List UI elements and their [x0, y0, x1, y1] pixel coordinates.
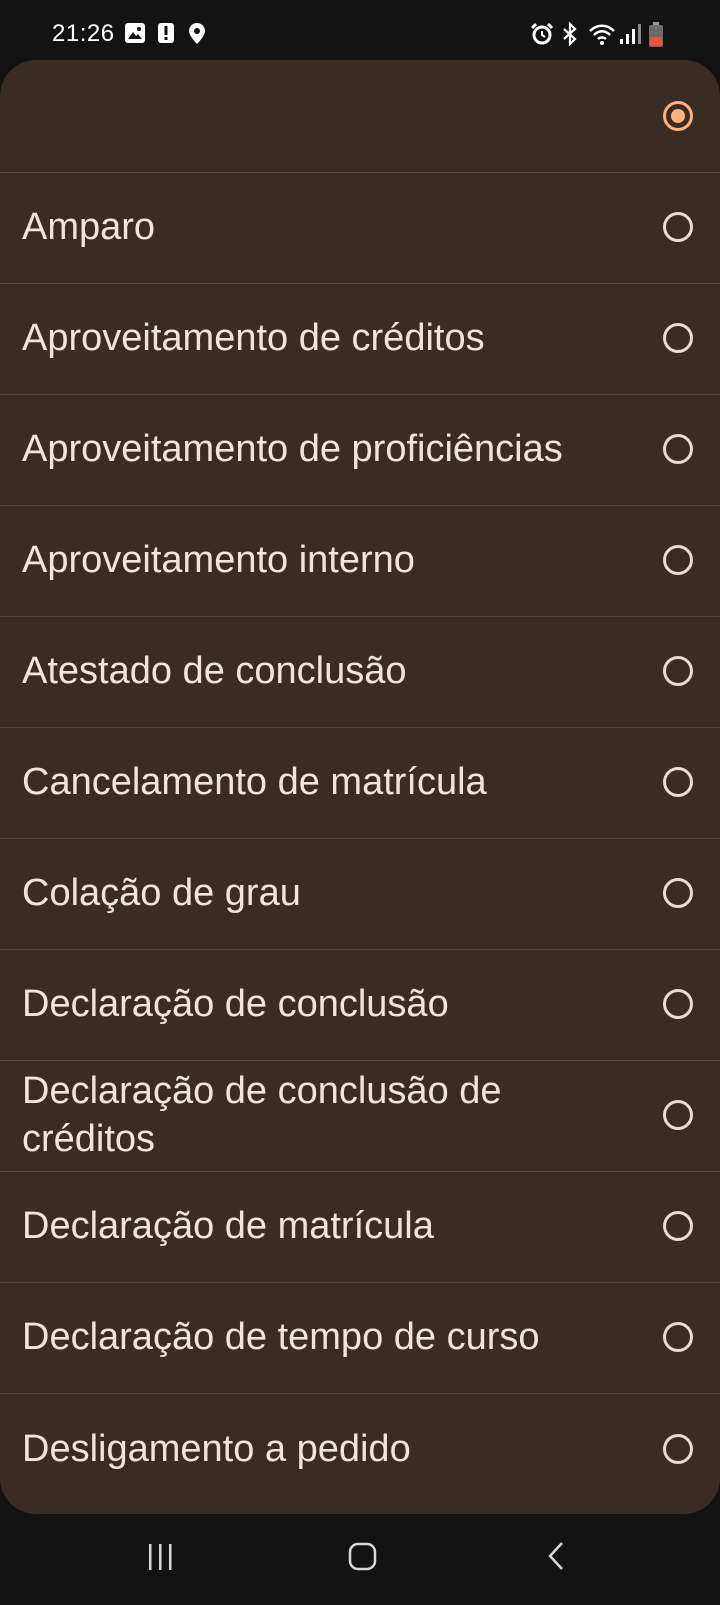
navigation-bar: [0, 1514, 720, 1600]
radio-unchecked-icon[interactable]: [663, 767, 693, 797]
radio-unchecked-icon[interactable]: [663, 1433, 693, 1464]
option-row-declaracao-matricula[interactable]: Declaração de matrícula: [0, 1170, 720, 1283]
status-time: 21:26: [52, 20, 115, 47]
wifi-icon: [588, 22, 616, 51]
option-row-declaracao-tempo-curso[interactable]: Declaração de tempo de curso: [0, 1281, 720, 1394]
radio-unchecked-icon[interactable]: [663, 656, 693, 686]
status-bar: 21:26: [0, 0, 720, 60]
option-row-desligamento-pedido[interactable]: Desligamento a pedido: [0, 1392, 720, 1505]
radio-unchecked-icon[interactable]: [663, 323, 693, 353]
option-label: Amparo: [22, 206, 156, 248]
home-button[interactable]: [303, 1514, 423, 1600]
signal-icon: [619, 22, 641, 51]
home-icon: [348, 1542, 377, 1571]
option-label: Declaração de matrícula: [22, 1205, 434, 1247]
radio-unchecked-icon[interactable]: [663, 878, 693, 908]
option-row-atestado-conclusao[interactable]: Atestado de conclusão: [0, 615, 720, 728]
battery-icon: [648, 22, 664, 53]
option-label: Aproveitamento de créditos: [22, 317, 485, 359]
recents-button[interactable]: [102, 1514, 222, 1600]
radio-unchecked-icon[interactable]: [663, 434, 693, 464]
option-label: Atestado de conclusão: [22, 650, 407, 692]
option-row-aproveitamento-creditos[interactable]: Aproveitamento de créditos: [0, 282, 720, 395]
option-row-aproveitamento-interno[interactable]: Aproveitamento interno: [0, 504, 720, 617]
alert-icon: [157, 22, 175, 49]
option-label: Declaração de tempo de curso: [22, 1316, 540, 1358]
option-row-declaracao-conclusao-creditos[interactable]: Declaração de conclusão de créditos: [0, 1059, 720, 1172]
option-row-declaracao-conclusao[interactable]: Declaração de conclusão: [0, 948, 720, 1061]
location-icon: [187, 22, 207, 51]
back-icon: [548, 1542, 563, 1570]
recents-icon: [149, 1544, 172, 1570]
back-button[interactable]: [506, 1514, 626, 1600]
bluetooth-icon: [560, 21, 580, 51]
image-icon: [124, 22, 146, 49]
radio-unchecked-icon[interactable]: [663, 1100, 693, 1130]
radio-unchecked-icon[interactable]: [663, 212, 693, 242]
option-label: Desligamento a pedido: [22, 1427, 411, 1470]
option-label: Cancelamento de matrícula: [22, 761, 487, 803]
option-row-colacao-grau[interactable]: Colação de grau: [0, 837, 720, 950]
radio-unchecked-icon[interactable]: [663, 545, 693, 575]
option-label: Declaração de conclusão: [22, 983, 449, 1025]
option-label: Aproveitamento de proficiências: [22, 428, 563, 470]
option-row-amparo[interactable]: Amparo: [0, 171, 720, 284]
alarm-icon: [530, 22, 554, 51]
option-label: Declaração de conclusão de créditos: [22, 1070, 502, 1160]
option-row-aproveitamento-proficiencias[interactable]: Aproveitamento de proficiências: [0, 393, 720, 506]
option-row-blank[interactable]: [0, 60, 720, 173]
options-sheet: Amparo Aproveitamento de créditos Aprove…: [0, 60, 720, 1514]
radio-unchecked-icon[interactable]: [663, 989, 693, 1019]
option-row-cancelamento-matricula[interactable]: Cancelamento de matrícula: [0, 726, 720, 839]
option-label: Aproveitamento interno: [22, 539, 415, 581]
option-label: Colação de grau: [22, 872, 301, 914]
radio-checked-icon[interactable]: [663, 101, 693, 131]
radio-unchecked-icon[interactable]: [663, 1211, 693, 1241]
radio-unchecked-icon[interactable]: [663, 1322, 693, 1352]
